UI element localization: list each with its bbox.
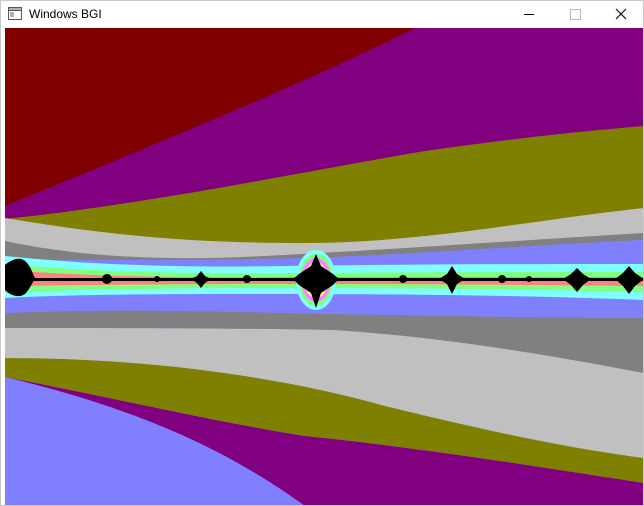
maximize-icon: [570, 9, 581, 20]
close-icon: [615, 8, 627, 20]
minimize-button[interactable]: [506, 1, 552, 28]
fractal-node-4: [399, 275, 407, 283]
fractal-node-3: [243, 275, 251, 283]
window-title: Windows BGI: [29, 7, 102, 21]
app-window: Windows BGI: [0, 0, 644, 506]
maximize-button[interactable]: [552, 1, 598, 28]
fractal-plot: [5, 28, 643, 505]
fractal-node-6: [526, 276, 532, 282]
fractal-node-2: [154, 276, 160, 282]
fractal-node-5: [498, 275, 506, 283]
drawing-canvas[interactable]: [5, 28, 643, 505]
fractal-node-1: [102, 274, 112, 284]
window-app-icon[interactable]: [8, 7, 22, 20]
title-bar[interactable]: Windows BGI: [1, 1, 643, 28]
close-button[interactable]: [598, 1, 643, 28]
minimize-icon: [524, 14, 534, 15]
